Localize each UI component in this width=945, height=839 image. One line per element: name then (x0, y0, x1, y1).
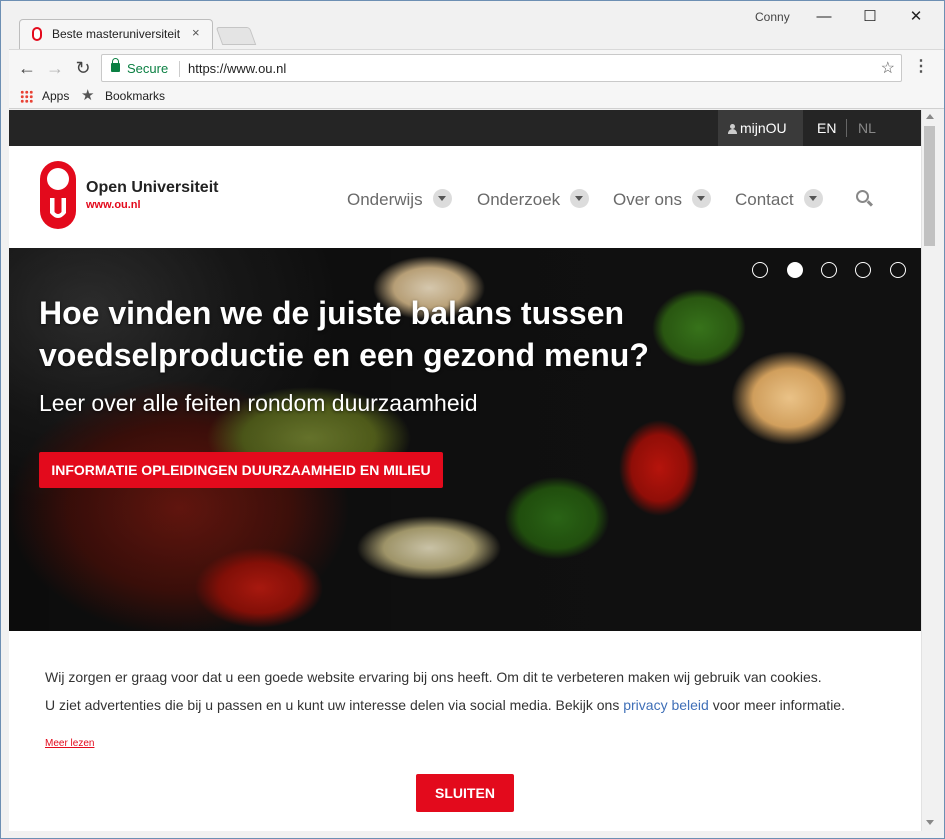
secure-label[interactable]: Secure (127, 61, 168, 76)
browser-window: Beste masteruniversiteit × Conny — ☐ ✕ ←… (0, 0, 945, 839)
address-separator (179, 61, 180, 77)
chevron-down-icon[interactable] (803, 189, 823, 208)
hero-title: Hoe vinden we de juiste balans tussen vo… (39, 295, 649, 373)
scroll-up-icon[interactable] (926, 114, 934, 119)
logo-url[interactable]: www.ou.nl (86, 199, 141, 211)
chevron-down-icon[interactable] (570, 189, 590, 208)
language-separator (846, 119, 847, 137)
user-icon (728, 124, 737, 134)
page-scrollbar[interactable] (921, 110, 937, 831)
close-window-button[interactable]: ✕ (893, 5, 939, 29)
url-text[interactable]: https://www.ou.nl (188, 61, 286, 76)
privacy-policy-link[interactable]: privacy beleid (623, 697, 709, 713)
language-en-link[interactable]: EN (817, 120, 836, 136)
bookmarks-folder[interactable]: Bookmarks (105, 89, 165, 103)
bookmark-star-icon[interactable]: ☆ (881, 58, 895, 78)
chevron-down-icon[interactable] (691, 189, 711, 208)
address-bar[interactable]: Secure https://www.ou.nl ☆ (101, 54, 902, 82)
slide-dot[interactable] (855, 262, 871, 278)
nav-label: Contact (735, 190, 794, 209)
nav-item-onderwijs[interactable]: Onderwijs (347, 186, 452, 210)
cookie-text-after: voor meer informatie. (708, 697, 845, 713)
logo-name[interactable]: Open Universiteit (86, 179, 218, 197)
nav-label: Onderwijs (347, 190, 423, 209)
slide-dot[interactable] (821, 262, 837, 278)
apps-grid-icon[interactable] (20, 90, 33, 103)
nav-item-onderzoek[interactable]: Onderzoek (477, 186, 590, 210)
apps-bookmark[interactable]: Apps (42, 89, 69, 103)
nav-item-over-ons[interactable]: Over ons (613, 186, 711, 210)
cookie-text-before: U ziet advertenties die bij u passen en … (45, 697, 624, 713)
window-border-right (937, 110, 944, 838)
page-viewport: mijnOU EN NL Open Universiteit www.ou.nl… (9, 110, 921, 831)
site-favicon-icon (32, 27, 42, 41)
hero-cta-button[interactable]: INFORMATIE OPLEIDINGEN DUURZAAMHEID EN M… (39, 452, 443, 488)
browser-tab[interactable]: Beste masteruniversiteit × (19, 19, 213, 49)
minimize-button[interactable]: — (801, 5, 847, 29)
chevron-down-icon[interactable] (432, 189, 452, 208)
forward-arrow-icon[interactable]: → (43, 56, 67, 80)
tab-close-icon[interactable]: × (192, 25, 200, 40)
slide-dot-active[interactable] (787, 262, 803, 278)
window-border-left (1, 49, 9, 838)
hero-banner: Hoe vinden we de juiste balans tussen vo… (9, 248, 921, 631)
bookmarks-bar: Apps ★ Bookmarks (1, 85, 944, 109)
mijnou-button[interactable]: mijnOU (718, 110, 803, 146)
site-topbar: mijnOU EN NL (9, 110, 921, 146)
read-more-link[interactable]: Meer lezen (45, 738, 94, 749)
ou-logo-icon[interactable] (39, 160, 77, 230)
slide-dot[interactable] (752, 262, 768, 278)
window-border-bottom (1, 831, 944, 838)
tab-title: Beste masteruniversiteit (52, 27, 181, 41)
bookmarks-star-icon[interactable]: ★ (81, 86, 94, 104)
new-tab-button[interactable] (215, 27, 257, 45)
nav-item-contact[interactable]: Contact (735, 186, 823, 210)
search-icon[interactable] (856, 190, 869, 203)
site-header: Open Universiteit www.ou.nl Onderwijs On… (9, 146, 921, 248)
nav-label: Onderzoek (477, 190, 561, 209)
browser-toolbar: ← → ↻ Secure https://www.ou.nl ☆ ⋮ (1, 49, 944, 85)
reload-icon[interactable]: ↻ (71, 56, 95, 80)
cookie-text-2: U ziet advertenties die bij u passen en … (45, 697, 845, 713)
title-bar: Beste masteruniversiteit × Conny — ☐ ✕ (1, 1, 944, 49)
browser-menu-icon[interactable]: ⋮ (913, 56, 929, 76)
mijnou-label: mijnOU (740, 120, 787, 136)
maximize-button[interactable]: ☐ (847, 5, 893, 29)
close-cookie-button[interactable]: SLUITEN (416, 774, 514, 812)
slide-dot[interactable] (890, 262, 906, 278)
window-user-label[interactable]: Conny (755, 10, 790, 24)
lock-icon[interactable] (111, 58, 120, 72)
hero-subtitle: Leer over alle feiten rondom duurzaamhei… (39, 390, 478, 416)
cookie-banner: Wij zorgen er graag voor dat u een goede… (9, 631, 921, 831)
nav-label: Over ons (613, 190, 682, 209)
language-nl-link[interactable]: NL (858, 120, 876, 136)
scrollbar-thumb[interactable] (924, 126, 935, 246)
back-arrow-icon[interactable]: ← (15, 56, 39, 80)
cookie-text: Wij zorgen er graag voor dat u een goede… (45, 669, 822, 685)
scroll-down-icon[interactable] (926, 820, 934, 825)
